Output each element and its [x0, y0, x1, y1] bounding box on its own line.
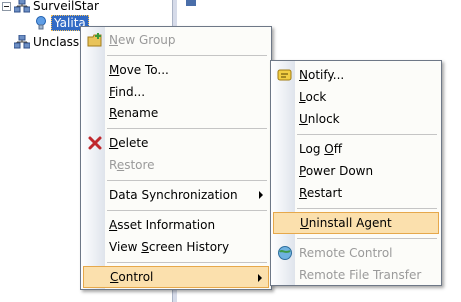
- menu-item-label: Notify...: [299, 68, 345, 82]
- menu-item-power-down[interactable]: Power Down: [273, 160, 439, 182]
- menu-item-label: Delete: [109, 136, 149, 150]
- tree-root-label: SurveilStar: [33, 0, 99, 13]
- submenu-arrow-icon: [259, 191, 263, 199]
- menu-item-screen-history[interactable]: View Screen History: [83, 236, 269, 258]
- menu-item-unlock[interactable]: Unlock: [273, 108, 439, 130]
- menu-separator: [107, 180, 267, 181]
- menu-item-label: Data Synchronization: [109, 188, 238, 202]
- menu-item-label: Unlock: [299, 112, 340, 126]
- control-submenu: Notify... Lock Unlock Log Off Power Down Rest…: [270, 60, 442, 286]
- new-group-icon: [87, 32, 103, 48]
- menu-item-label: Restore: [109, 158, 155, 172]
- menu-separator: [297, 208, 437, 209]
- tree-node-root[interactable]: SurveilStar: [2, 0, 99, 15]
- menu-item-delete[interactable]: Delete: [83, 132, 269, 154]
- collapse-toggle-icon[interactable]: [2, 1, 11, 11]
- menu-item-remote-file-transfer[interactable]: Remote File Transfer: [273, 264, 439, 286]
- menu-item-restore[interactable]: Restore: [83, 154, 269, 176]
- right-pane-edge: [186, 0, 196, 6]
- context-menu: New Group Move To... Find... Rename Delete Re…: [80, 26, 272, 290]
- menu-item-find[interactable]: Find...: [83, 81, 269, 103]
- menu-item-label: Uninstall Agent: [300, 216, 392, 230]
- menu-item-label: Remote Control: [299, 246, 393, 260]
- tree-unclassified-label: Unclass: [33, 35, 80, 49]
- computer-agent-icon: [36, 16, 46, 30]
- menu-item-log-off[interactable]: Log Off: [273, 138, 439, 160]
- menu-item-label: Move To...: [109, 63, 169, 77]
- menu-separator: [107, 128, 267, 129]
- menu-separator: [107, 55, 267, 56]
- menu-item-rename[interactable]: Rename: [83, 102, 269, 124]
- remote-control-icon: [277, 245, 293, 261]
- menu-item-label: New Group: [109, 33, 176, 47]
- menu-item-control[interactable]: Control: [83, 266, 269, 288]
- menu-item-label: Lock: [299, 90, 327, 104]
- menu-item-label: Control: [110, 270, 154, 284]
- submenu-arrow-icon: [258, 274, 262, 282]
- menu-item-label: Rename: [109, 106, 159, 120]
- menu-separator: [107, 262, 267, 263]
- menu-item-lock[interactable]: Lock: [273, 86, 439, 108]
- menu-item-label: Log Off: [299, 142, 342, 156]
- menu-separator: [107, 210, 267, 211]
- menu-item-label: Power Down: [299, 164, 374, 178]
- menu-item-uninstall-agent[interactable]: Uninstall Agent: [273, 212, 439, 234]
- network-group-icon: [14, 0, 30, 13]
- menu-separator: [297, 238, 437, 239]
- menu-item-label: Restart: [299, 186, 343, 200]
- delete-x-icon: [87, 135, 103, 151]
- menu-item-remote-control[interactable]: Remote Control: [273, 242, 439, 264]
- network-group-icon: [14, 35, 30, 49]
- menu-item-data-sync[interactable]: Data Synchronization: [83, 184, 269, 206]
- menu-item-notify[interactable]: Notify...: [273, 64, 439, 86]
- menu-item-new-group[interactable]: New Group: [83, 29, 269, 51]
- menu-item-asset-info[interactable]: Asset Information: [83, 214, 269, 236]
- menu-item-label: Find...: [109, 85, 146, 99]
- menu-separator: [297, 134, 437, 135]
- menu-item-label: Remote File Transfer: [299, 268, 422, 282]
- menu-item-restart[interactable]: Restart: [273, 182, 439, 204]
- menu-item-move-to[interactable]: Move To...: [83, 59, 269, 81]
- notify-icon: [277, 67, 293, 83]
- menu-item-label: View Screen History: [109, 240, 230, 254]
- menu-item-label: Asset Information: [109, 218, 216, 232]
- tree-node-unclassified[interactable]: Unclass: [14, 33, 79, 51]
